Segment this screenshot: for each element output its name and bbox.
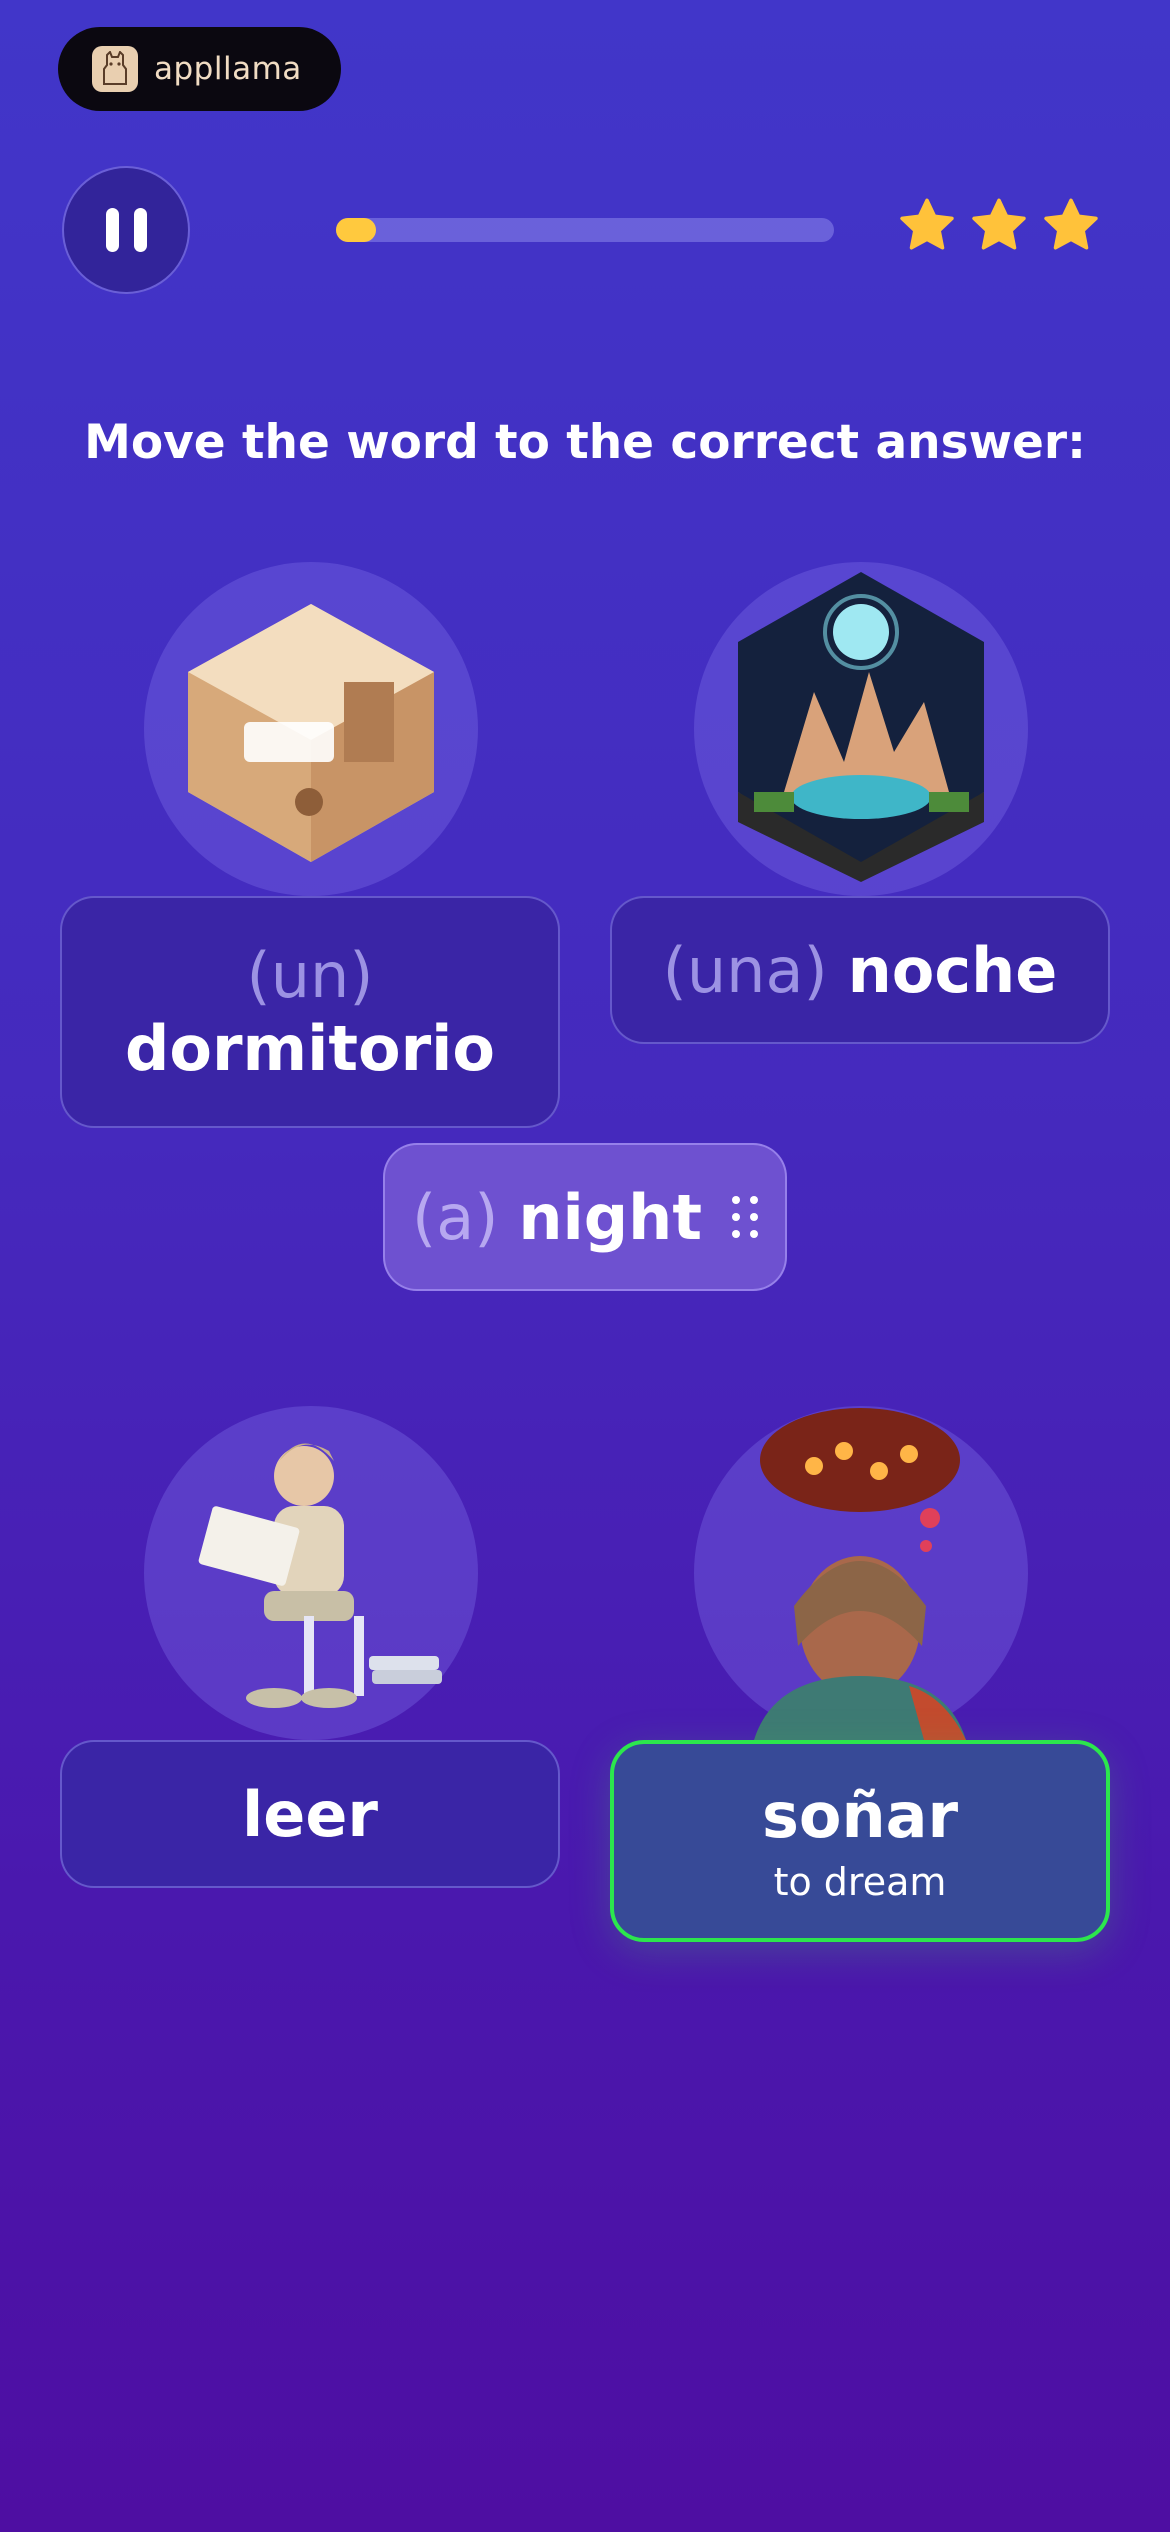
card-word: dormitorio bbox=[124, 1012, 496, 1085]
stars-rating bbox=[898, 196, 1100, 254]
card-translation: to dream bbox=[773, 1859, 947, 1904]
answer-card-noche[interactable]: (una) noche bbox=[610, 896, 1110, 1044]
draggable-word-chip[interactable]: (a) night bbox=[383, 1143, 787, 1291]
star-icon bbox=[972, 198, 1026, 250]
drag-handle-icon[interactable] bbox=[731, 1196, 758, 1238]
logo-text: appllama bbox=[154, 51, 302, 87]
app-logo: appllama bbox=[58, 27, 341, 111]
card-word: leer bbox=[242, 1777, 378, 1851]
llama-icon bbox=[92, 46, 138, 92]
dreaming-woman-image bbox=[694, 1406, 1028, 1740]
lesson-progress-bar bbox=[336, 218, 834, 242]
chip-article: (a) bbox=[412, 1180, 499, 1254]
progress-fill bbox=[336, 218, 376, 242]
star-icon bbox=[900, 198, 954, 250]
night-landscape-image bbox=[694, 562, 1028, 896]
card-article: (un) bbox=[246, 939, 374, 1012]
card-article: (una) bbox=[662, 933, 828, 1007]
instruction-text: Move the word to the correct answer: bbox=[84, 415, 1086, 470]
answer-card-sonar[interactable]: soñar to dream bbox=[610, 1740, 1110, 1942]
pause-icon bbox=[105, 208, 147, 252]
pause-button[interactable] bbox=[62, 166, 190, 294]
chip-word: night bbox=[518, 1180, 702, 1254]
answer-card-dormitorio[interactable]: (un) dormitorio bbox=[60, 896, 560, 1128]
card-word: noche bbox=[847, 933, 1058, 1007]
answer-card-leer[interactable]: leer bbox=[60, 1740, 560, 1888]
star-icon bbox=[1044, 198, 1098, 250]
reading-boy-image bbox=[144, 1406, 478, 1740]
bedroom-image bbox=[144, 562, 478, 896]
card-word: soñar bbox=[761, 1778, 959, 1852]
